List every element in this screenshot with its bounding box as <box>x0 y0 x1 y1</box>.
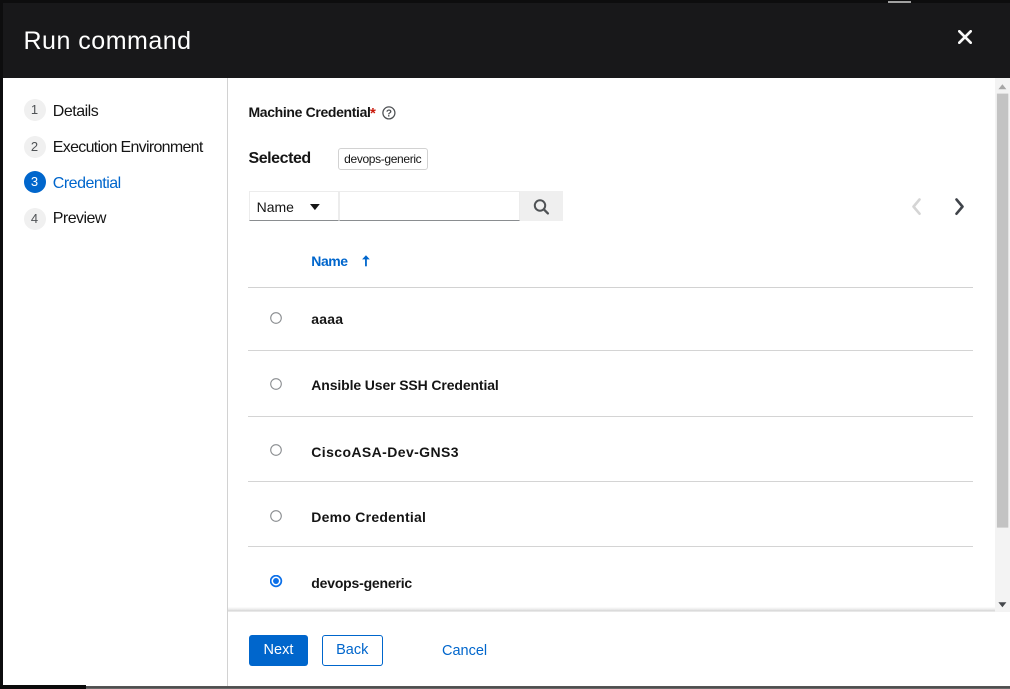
svg-text:?: ? <box>385 109 391 120</box>
